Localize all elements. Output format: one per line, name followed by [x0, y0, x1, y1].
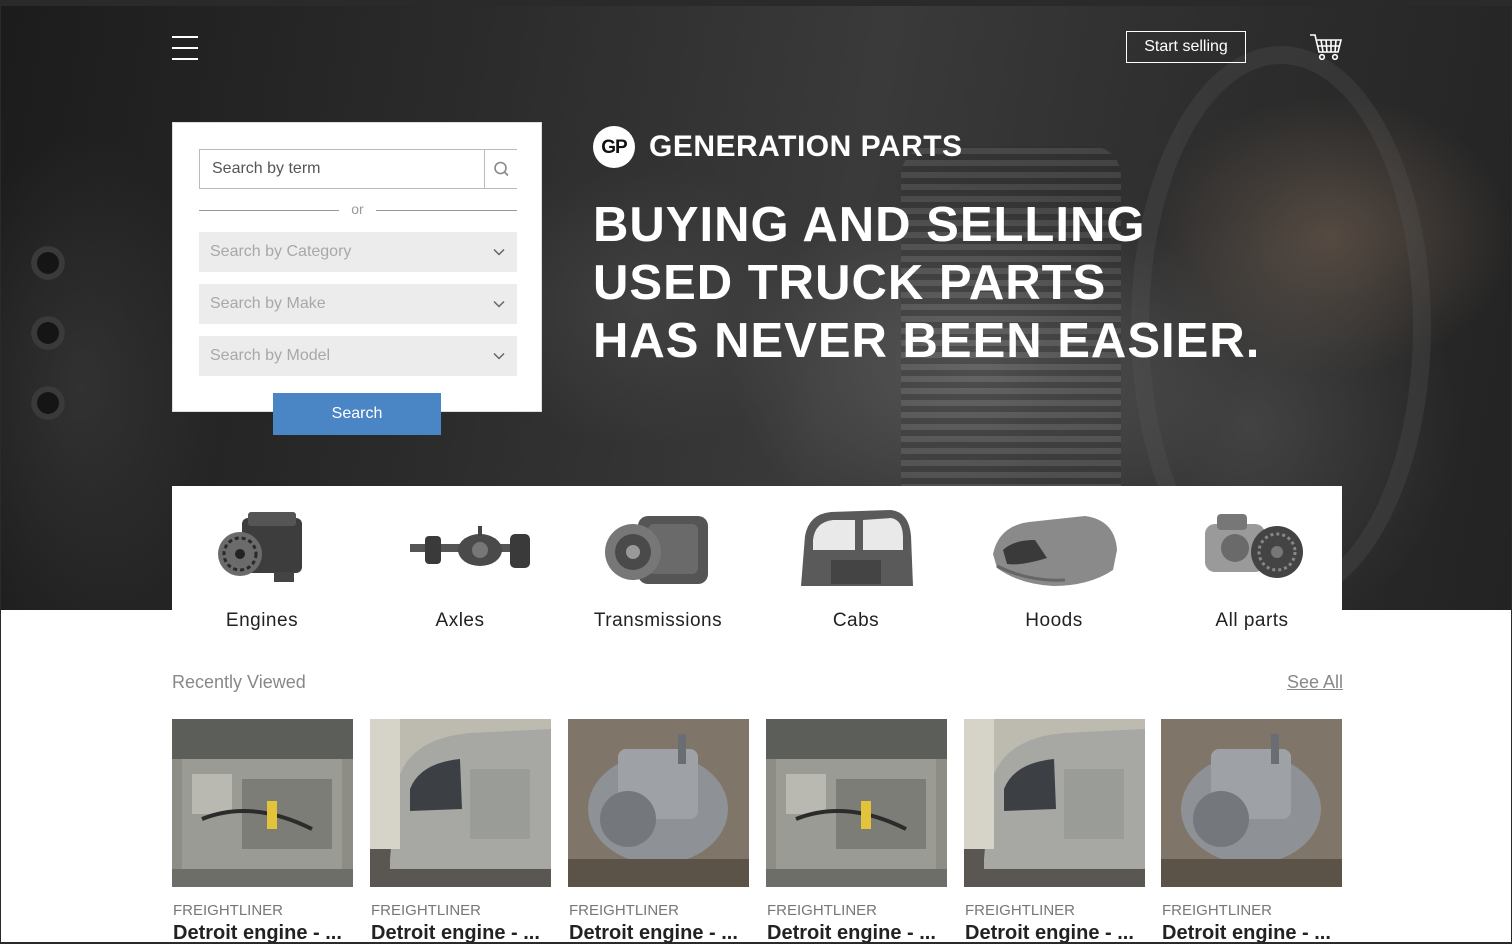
search-panel: or Search by Category Search by Make Sea…	[172, 122, 542, 412]
product-title: Detroit engine - ...	[767, 922, 936, 942]
recently-viewed-title: Recently Viewed	[172, 672, 306, 692]
model-select-label: Search by Model	[210, 347, 331, 364]
category-transmissions[interactable]: Transmissions	[568, 486, 748, 636]
or-label: or	[351, 201, 364, 217]
search-icon[interactable]	[484, 150, 517, 188]
product-card[interactable]: FREIGHTLINER Detroit engine - ...	[964, 719, 1145, 942]
cab-icon	[801, 510, 913, 586]
hood-icon	[993, 516, 1117, 586]
category-label: All parts	[1215, 610, 1289, 631]
product-title: Detroit engine - ...	[371, 922, 540, 942]
axle-icon	[410, 526, 530, 568]
hamburger-menu-icon[interactable]	[172, 36, 198, 60]
search-term-input[interactable]	[200, 150, 484, 188]
see-all-link[interactable]: See All	[1287, 672, 1343, 693]
truck-cab-photo	[964, 719, 1145, 887]
engine-photo	[172, 719, 353, 887]
headline-line-1: BUYING AND SELLING	[593, 198, 1146, 252]
hero-headline: BUYING AND SELLING USED TRUCK PARTS HAS …	[593, 196, 1260, 370]
category-axles[interactable]: Axles	[370, 486, 550, 636]
chevron-down-icon	[493, 248, 505, 256]
model-select[interactable]: Search by Model	[199, 336, 517, 376]
product-card[interactable]: FREIGHTLINER Detroit engine - ...	[172, 719, 353, 942]
product-card[interactable]: FREIGHTLINER Detroit engine - ...	[370, 719, 551, 942]
parts-icon	[1205, 514, 1303, 578]
truck-cab-photo	[370, 719, 551, 887]
product-title: Detroit engine - ...	[173, 922, 342, 942]
or-divider: or	[199, 201, 517, 219]
product-brand: FREIGHTLINER	[371, 902, 482, 919]
category-engines[interactable]: Engines	[172, 486, 352, 636]
transmission-photo	[1161, 719, 1342, 887]
product-brand: FREIGHTLINER	[767, 902, 878, 919]
shopping-cart-icon[interactable]	[1309, 32, 1343, 62]
search-term-box	[199, 149, 517, 189]
product-brand: FREIGHTLINER	[173, 902, 284, 919]
category-label: Transmissions	[593, 610, 723, 631]
search-button[interactable]: Search	[273, 393, 441, 435]
product-card[interactable]: FREIGHTLINER Detroit engine - ...	[766, 719, 947, 942]
product-brand: FREIGHTLINER	[569, 902, 680, 919]
product-card[interactable]: FREIGHTLINER Detroit engine - ...	[568, 719, 749, 942]
start-selling-button[interactable]: Start selling	[1126, 31, 1246, 63]
product-title: Detroit engine - ...	[569, 922, 738, 942]
brand-name: GENERATION PARTS	[649, 130, 963, 163]
category-strip: Engines Axles Transmissions Cabs Hoods A…	[172, 486, 1342, 636]
product-title: Detroit engine - ...	[1162, 922, 1331, 942]
category-hoods[interactable]: Hoods	[964, 486, 1144, 636]
make-select-label: Search by Make	[210, 295, 326, 312]
engine-icon	[218, 512, 302, 582]
product-brand: FREIGHTLINER	[1162, 902, 1273, 919]
transmission-photo	[568, 719, 749, 887]
category-label: Engines	[225, 610, 299, 631]
category-label: Hoods	[1025, 610, 1083, 631]
hero-machine-holes	[31, 246, 91, 466]
page: Start selling or	[1, 6, 1511, 942]
make-select[interactable]: Search by Make	[199, 284, 517, 324]
category-label: Cabs	[832, 610, 880, 631]
chevron-down-icon	[493, 352, 505, 360]
product-card[interactable]: FREIGHTLINER Detroit engine - ...	[1161, 719, 1342, 942]
product-brand: FREIGHTLINER	[965, 902, 1076, 919]
product-title: Detroit engine - ...	[965, 922, 1134, 942]
category-cabs[interactable]: Cabs	[766, 486, 946, 636]
chevron-down-icon	[493, 300, 505, 308]
headline-line-2: USED TRUCK PARTS	[593, 256, 1107, 310]
engine-photo	[766, 719, 947, 887]
gp-logo: GP	[593, 126, 635, 168]
category-label: Axles	[435, 610, 485, 631]
category-all-parts[interactable]: All parts	[1162, 486, 1342, 636]
transmission-icon	[605, 516, 708, 584]
category-select[interactable]: Search by Category	[199, 232, 517, 272]
category-select-label: Search by Category	[210, 243, 352, 260]
headline-line-3: HAS NEVER BEEN EASIER.	[593, 314, 1261, 368]
